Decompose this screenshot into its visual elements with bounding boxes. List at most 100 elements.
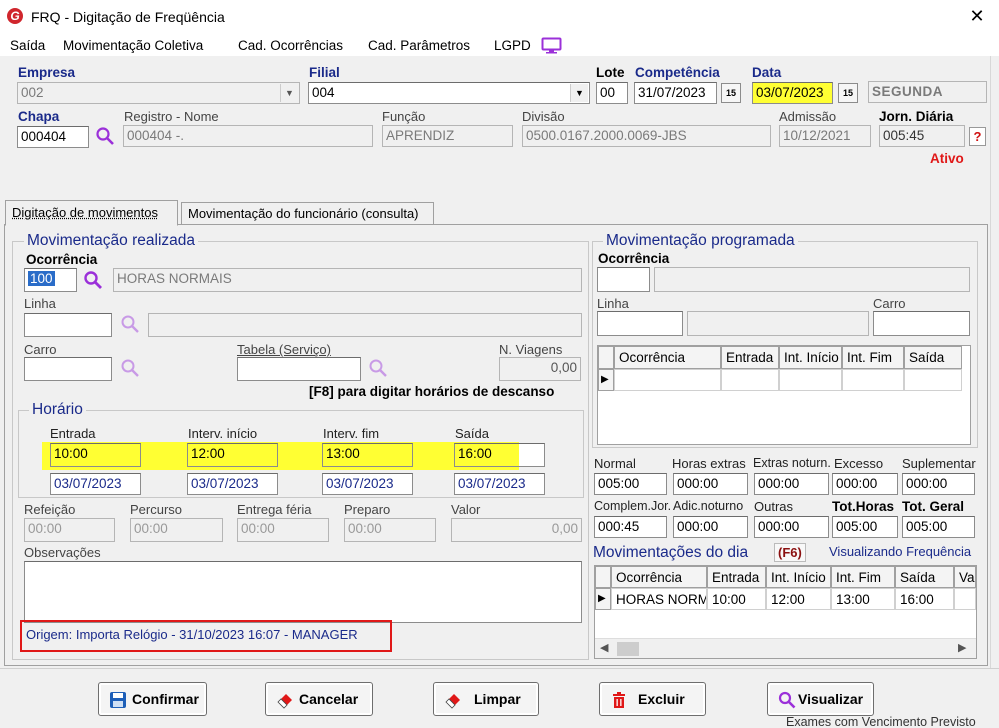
realizada-title: Movimentação realizada	[24, 232, 199, 250]
confirmar-button[interactable]: Confirmar	[98, 682, 207, 716]
lote-input[interactable]: 00	[596, 82, 628, 104]
refeicao-input[interactable]: 00:00	[24, 518, 115, 542]
menu-movimentacao-coletiva[interactable]: Movimentação Coletiva	[63, 38, 203, 53]
cancelar-button[interactable]: Cancelar	[265, 682, 373, 716]
tot-geral-label: Tot. Geral	[902, 499, 965, 514]
horario-title: Horário	[29, 401, 86, 419]
interv-inicio-date[interactable]: 03/07/2023	[187, 473, 278, 495]
complem-label: Complem.Jor.	[594, 499, 672, 513]
saida-input[interactable]: 16:00	[454, 443, 545, 467]
tab-consulta[interactable]: Movimentação do funcionário (consulta)	[181, 202, 434, 224]
grid-cell[interactable]	[904, 369, 962, 391]
menu-saida[interactable]: Saída	[10, 38, 45, 53]
saida-date[interactable]: 03/07/2023	[454, 473, 545, 495]
grid-header[interactable]: Int. Fim	[831, 566, 895, 588]
grid-header[interactable]: Entrada	[721, 346, 779, 369]
programada-carro-input[interactable]	[873, 311, 970, 336]
divisao-label: Divisão	[522, 109, 565, 124]
linha-input[interactable]	[24, 313, 112, 337]
grid-header[interactable]: Ocorrência	[611, 566, 707, 588]
search-icon[interactable]	[95, 126, 115, 146]
grid-cell[interactable]	[721, 369, 779, 391]
carro-label: Carro	[24, 342, 57, 357]
entrada-input[interactable]: 10:00	[50, 443, 141, 467]
entrada-date[interactable]: 03/07/2023	[50, 473, 141, 495]
programada-ocorrencia-input[interactable]	[597, 267, 650, 292]
scroll-right-icon[interactable]: ▶	[958, 641, 966, 654]
search-icon	[778, 691, 796, 709]
table-cell[interactable]: 10:00	[707, 588, 766, 610]
funcao-label: Função	[382, 109, 426, 124]
filial-select[interactable]: 004 ▼	[308, 82, 590, 104]
excluir-button[interactable]: Excluir	[599, 682, 706, 716]
tab-digitacao[interactable]: Digitação de movimentos	[5, 200, 178, 226]
visualizar-label: Visualizar	[798, 691, 864, 707]
competencia-input[interactable]: 31/07/2023	[634, 82, 717, 104]
entrega-input[interactable]: 00:00	[237, 518, 329, 542]
menu-cad-parametros[interactable]: Cad. Parâmetros	[368, 38, 470, 53]
menu-lgpd[interactable]: LGPD	[494, 38, 531, 53]
grid-header[interactable]: Va	[954, 566, 976, 588]
observacoes-textarea[interactable]	[24, 561, 582, 623]
ocorrencia-code-input[interactable]: 100	[24, 268, 77, 292]
grid-indicator-head	[598, 346, 614, 369]
grid-cell[interactable]	[842, 369, 904, 391]
f6-shortcut[interactable]: (F6)	[774, 543, 806, 562]
limpar-button[interactable]: Limpar	[433, 682, 539, 716]
data-input[interactable]: 03/07/2023	[752, 82, 833, 104]
grid-header[interactable]: Ocorrência	[614, 346, 721, 369]
table-cell[interactable]: 16:00	[895, 588, 954, 610]
grid-header[interactable]: Int. Fim	[842, 346, 904, 369]
entrada-label: Entrada	[50, 426, 96, 441]
chevron-down-icon[interactable]: ▼	[570, 84, 588, 102]
empresa-label: Empresa	[18, 65, 76, 80]
entrega-label: Entrega féria	[237, 502, 312, 517]
carro-input[interactable]	[24, 357, 112, 381]
grid-cell[interactable]	[779, 369, 842, 391]
programada-ocorrencia-desc	[654, 267, 970, 292]
search-icon[interactable]	[120, 358, 140, 378]
search-icon[interactable]	[120, 314, 140, 334]
interv-fim-date[interactable]: 03/07/2023	[322, 473, 413, 495]
horas-extras-display: 000:00	[673, 473, 748, 495]
competencia-label: Competência	[635, 65, 720, 80]
horizontal-scrollbar[interactable]: ◀ ▶	[595, 638, 976, 658]
search-icon[interactable]	[368, 358, 388, 378]
limpar-label: Limpar	[474, 691, 521, 707]
visualizar-button[interactable]: Visualizar	[767, 682, 874, 716]
search-icon[interactable]	[83, 270, 103, 290]
table-cell[interactable]	[954, 588, 976, 610]
interv-inicio-input[interactable]: 12:00	[187, 443, 278, 467]
grid-header[interactable]: Saída	[895, 566, 954, 588]
grid-header[interactable]: Int. Início	[766, 566, 831, 588]
scroll-left-icon[interactable]: ◀	[600, 641, 608, 654]
programada-title: Movimentação programada	[603, 232, 798, 250]
cancelar-label: Cancelar	[299, 691, 359, 707]
f8-hint: [F8] para digitar horários de descanso	[309, 384, 555, 399]
table-cell[interactable]: HORAS NORMAIS	[611, 588, 707, 610]
menu-cad-ocorrencias[interactable]: Cad. Ocorrências	[238, 38, 343, 53]
close-button[interactable]: ✕	[966, 6, 988, 27]
empresa-select[interactable]: 002 ▼	[17, 82, 300, 104]
chapa-input[interactable]: 000404	[17, 126, 89, 148]
interv-fim-input[interactable]: 13:00	[322, 443, 413, 467]
valor-input[interactable]: 0,00	[451, 518, 582, 542]
grid-header[interactable]: Int. Início	[779, 346, 842, 369]
percurso-input[interactable]: 00:00	[130, 518, 223, 542]
preparo-input[interactable]: 00:00	[344, 518, 436, 542]
tot-horas-display: 005:00	[832, 516, 898, 538]
programada-linha-input[interactable]	[597, 311, 683, 336]
grid-header[interactable]: Entrada	[707, 566, 766, 588]
chevron-down-icon[interactable]: ▼	[280, 84, 298, 102]
calendar-icon[interactable]: 15	[838, 83, 858, 103]
table-cell[interactable]: 13:00	[831, 588, 895, 610]
grid-header[interactable]: Saída	[904, 346, 962, 369]
visualizando-label: Visualizando Frequência	[829, 544, 972, 559]
table-cell[interactable]: 12:00	[766, 588, 831, 610]
grid-cell[interactable]	[614, 369, 721, 391]
help-button[interactable]: ?	[969, 127, 986, 146]
calendar-icon[interactable]: 15	[721, 83, 741, 103]
tabela-input[interactable]	[237, 357, 361, 381]
scroll-thumb[interactable]	[617, 642, 639, 656]
monitor-icon[interactable]	[541, 37, 562, 54]
